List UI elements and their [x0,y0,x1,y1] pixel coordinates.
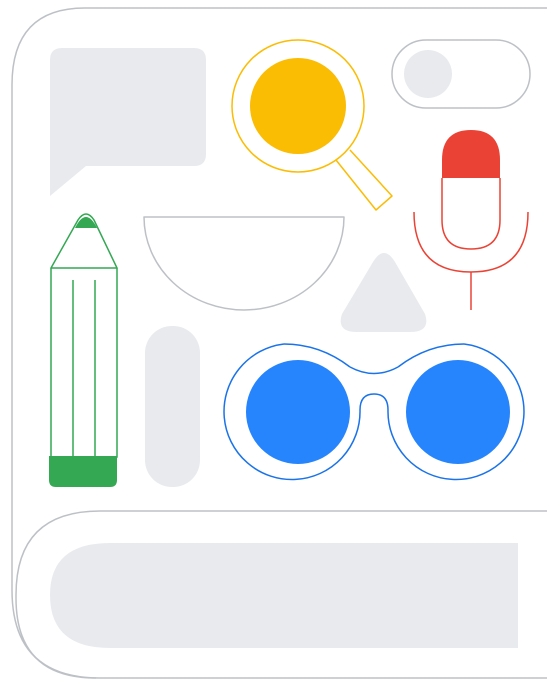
illustration-stage [0,0,547,680]
triangle-shape [340,253,427,332]
toggle-switch-icon [391,39,531,109]
bottom-bar-shape [15,510,547,679]
chat-bubble-icon [50,48,206,196]
microphone-icon [413,130,529,310]
magnifying-glass-icon [231,39,393,211]
google-shapes-illustration [11,7,547,679]
glasses-icon [223,343,525,481]
pencil-icon [49,213,118,487]
half-circle-bowl-shape [143,216,345,311]
pill-shape [145,326,200,487]
